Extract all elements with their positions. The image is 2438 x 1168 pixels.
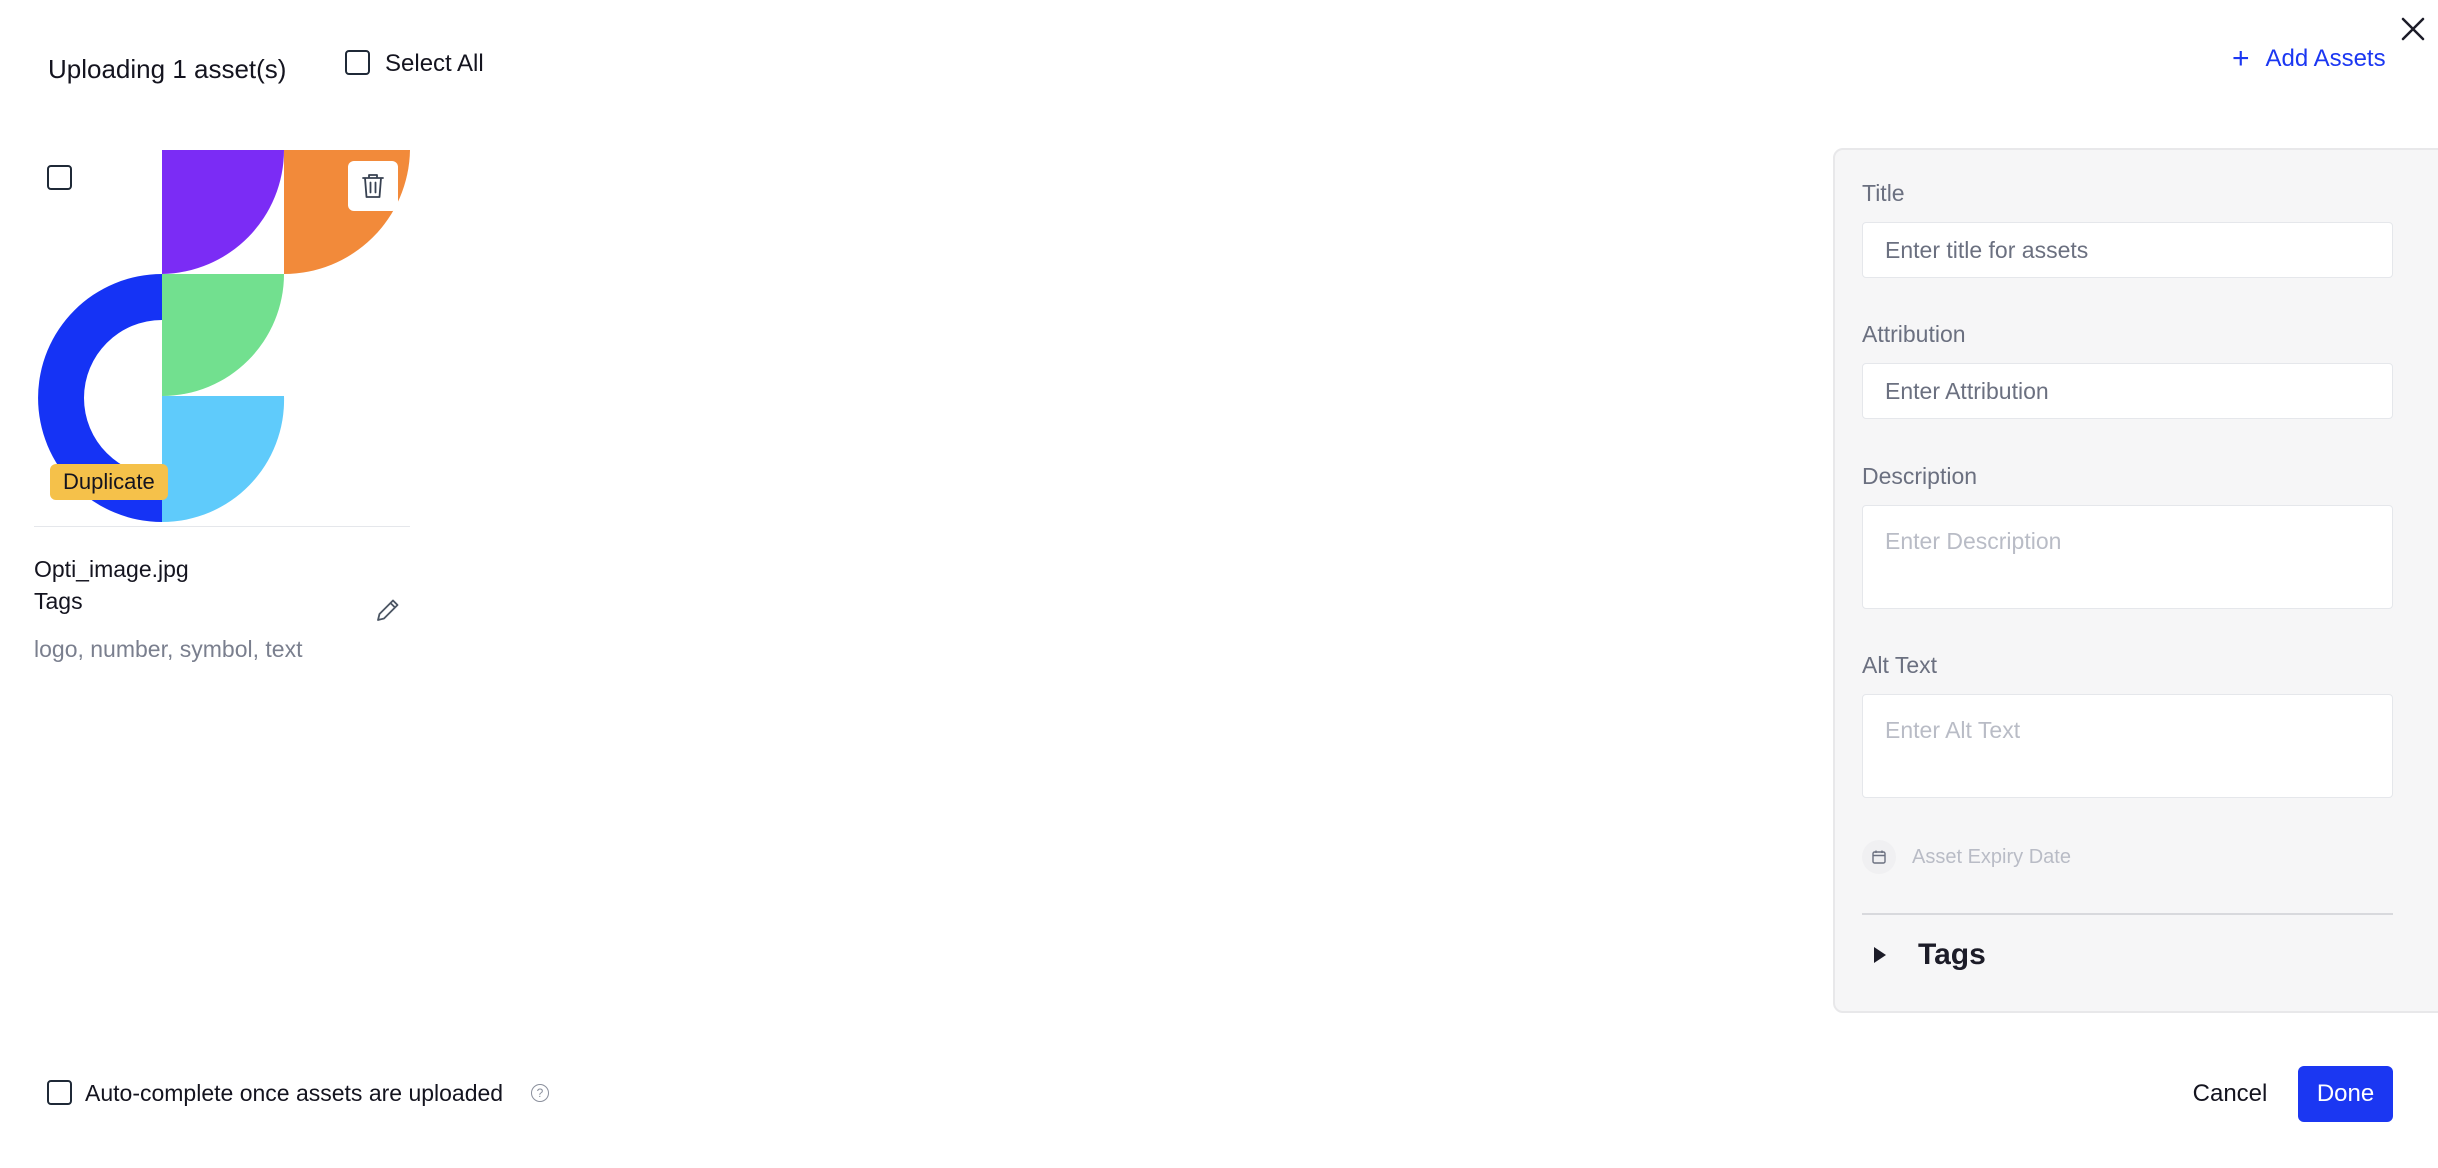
calendar-icon — [1862, 840, 1896, 874]
edit-tags-button[interactable] — [370, 592, 406, 628]
close-icon — [2401, 17, 2425, 41]
delete-asset-button[interactable] — [348, 161, 398, 211]
page-title: Uploading 1 asset(s) — [48, 54, 287, 84]
description-placeholder: Enter Description — [1885, 528, 2062, 554]
tags-section-label: Tags — [1918, 938, 1986, 971]
add-assets-button[interactable]: + Add Assets — [2232, 44, 2386, 74]
title-label: Title — [1862, 180, 1905, 206]
select-all-label[interactable]: Select All — [385, 50, 484, 78]
asset-file-name: Opti_image.jpg — [34, 556, 189, 582]
trash-icon — [362, 174, 384, 198]
help-icon[interactable]: ? — [531, 1084, 549, 1102]
add-assets-label: Add Assets — [2265, 45, 2386, 72]
plus-icon: + — [2232, 42, 2250, 75]
asset-expiry-date[interactable]: Asset Expiry Date — [1862, 840, 2071, 874]
attribution-label: Attribution — [1862, 321, 1966, 347]
title-input[interactable]: Enter title for assets — [1862, 222, 2393, 278]
attribution-input[interactable]: Enter Attribution — [1862, 363, 2393, 419]
asset-tags-value: logo, number, symbol, text — [34, 636, 303, 662]
auto-complete-label[interactable]: Auto-complete once assets are uploaded — [85, 1080, 503, 1107]
description-textarea[interactable]: Enter Description — [1862, 505, 2393, 609]
asset-select-checkbox[interactable] — [47, 165, 72, 190]
caret-right-icon — [1874, 947, 1886, 963]
cancel-button[interactable]: Cancel — [2178, 1066, 2282, 1122]
card-divider — [34, 526, 410, 527]
alt-text-label: Alt Text — [1862, 652, 1937, 678]
close-button[interactable] — [2392, 8, 2434, 50]
alt-text-placeholder: Enter Alt Text — [1885, 717, 2021, 743]
duplicate-badge: Duplicate — [50, 464, 168, 500]
done-button[interactable]: Done — [2298, 1066, 2393, 1122]
panel-divider — [1862, 913, 2393, 915]
pencil-icon — [377, 599, 399, 621]
description-label: Description — [1862, 463, 1978, 489]
auto-complete-checkbox[interactable] — [47, 1080, 72, 1105]
asset-tags-label: Tags — [34, 588, 83, 614]
select-all-checkbox[interactable] — [345, 50, 370, 75]
attribution-placeholder: Enter Attribution — [1885, 377, 2049, 404]
tags-section-toggle[interactable]: Tags — [1872, 938, 1986, 972]
title-placeholder: Enter title for assets — [1885, 236, 2089, 263]
expiry-label: Asset Expiry Date — [1912, 845, 2071, 868]
metadata-panel: Title Enter title for assets Attribution… — [1833, 148, 2438, 1013]
alt-text-textarea[interactable]: Enter Alt Text — [1862, 694, 2393, 798]
